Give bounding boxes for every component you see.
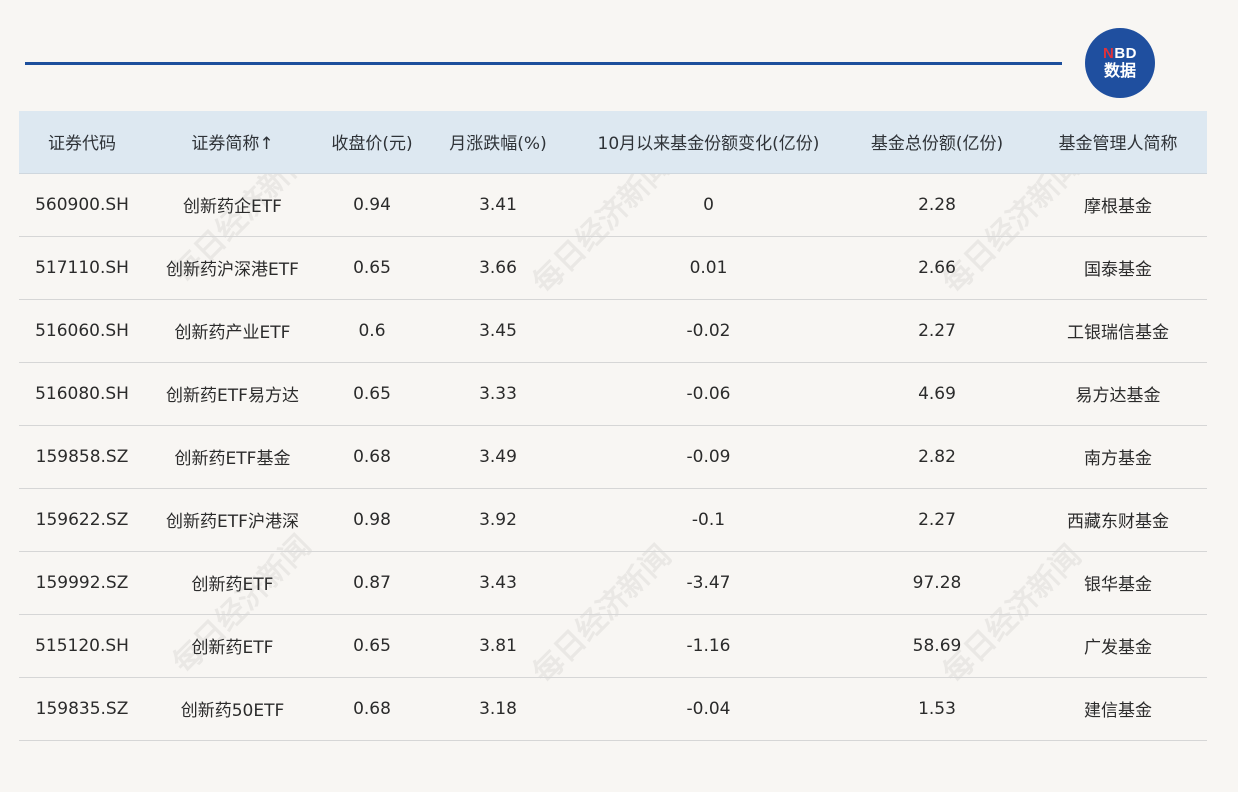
cell-security-name: 创新药企ETF (145, 173, 320, 237)
cell-security-name: 创新药ETF沪港深 (145, 488, 320, 552)
cell-close-price: 0.94 (320, 173, 424, 237)
cell-share-change: -0.02 (572, 299, 845, 363)
cell-monthly-change: 3.45 (424, 299, 572, 363)
cell-close-price: 0.65 (320, 362, 424, 426)
cell-security-name: 创新药ETF基金 (145, 425, 320, 489)
cell-security-name: 创新药ETF (145, 551, 320, 615)
cell-monthly-change: 3.92 (424, 488, 572, 552)
nbd-data-logo: NBD 数据 (1085, 28, 1155, 98)
cell-total-shares: 2.27 (845, 299, 1029, 363)
cell-fund-manager: 国泰基金 (1029, 236, 1207, 300)
logo-text-data: 数据 (1103, 63, 1136, 80)
cell-security-code: 560900.SH (19, 173, 145, 237)
cell-fund-manager: 摩根基金 (1029, 173, 1207, 237)
cell-total-shares: 1.53 (845, 677, 1029, 741)
cell-security-code: 159622.SZ (19, 488, 145, 552)
cell-close-price: 0.98 (320, 488, 424, 552)
cell-monthly-change: 3.66 (424, 236, 572, 300)
etf-table-container: 证券代码 证券简称↑ 收盘价(元) 月涨跌幅(%) 10月以来基金份额变化(亿份… (19, 111, 1207, 741)
cell-security-name: 创新药产业ETF (145, 299, 320, 363)
header-monthly-change[interactable]: 月涨跌幅(%) (424, 111, 572, 174)
cell-security-name: 创新药沪深港ETF (145, 236, 320, 300)
cell-monthly-change: 3.18 (424, 677, 572, 741)
cell-share-change: -0.09 (572, 425, 845, 489)
etf-fund-table: 证券代码 证券简称↑ 收盘价(元) 月涨跌幅(%) 10月以来基金份额变化(亿份… (19, 111, 1207, 741)
cell-total-shares: 2.82 (845, 425, 1029, 489)
cell-monthly-change: 3.81 (424, 614, 572, 678)
cell-security-name: 创新药50ETF (145, 677, 320, 741)
cell-total-shares: 97.28 (845, 551, 1029, 615)
cell-share-change: -3.47 (572, 551, 845, 615)
cell-total-shares: 2.27 (845, 488, 1029, 552)
cell-fund-manager: 易方达基金 (1029, 362, 1207, 426)
header-close-price[interactable]: 收盘价(元) (320, 111, 424, 174)
header-security-name[interactable]: 证券简称↑ (145, 111, 320, 174)
cell-close-price: 0.68 (320, 677, 424, 741)
cell-total-shares: 58.69 (845, 614, 1029, 678)
cell-security-name: 创新药ETF易方达 (145, 362, 320, 426)
cell-security-code: 159992.SZ (19, 551, 145, 615)
cell-close-price: 0.65 (320, 614, 424, 678)
cell-security-code: 517110.SH (19, 236, 145, 300)
header-security-code[interactable]: 证券代码 (19, 111, 145, 174)
table-row: 516060.SH 创新药产业ETF 0.6 3.45 -0.02 2.27 工… (19, 299, 1207, 363)
cell-security-code: 515120.SH (19, 614, 145, 678)
table-row: 159835.SZ 创新药50ETF 0.68 3.18 -0.04 1.53 … (19, 677, 1207, 741)
table-row: 560900.SH 创新药企ETF 0.94 3.41 0 2.28 摩根基金 (19, 173, 1207, 237)
header-fund-manager[interactable]: 基金管理人简称 (1029, 111, 1207, 174)
cell-share-change: -0.06 (572, 362, 845, 426)
cell-fund-manager: 广发基金 (1029, 614, 1207, 678)
table-row: 159622.SZ 创新药ETF沪港深 0.98 3.92 -0.1 2.27 … (19, 488, 1207, 552)
top-divider-line (25, 62, 1062, 65)
cell-total-shares: 2.66 (845, 236, 1029, 300)
cell-close-price: 0.65 (320, 236, 424, 300)
cell-monthly-change: 3.41 (424, 173, 572, 237)
table-row: 517110.SH 创新药沪深港ETF 0.65 3.66 0.01 2.66 … (19, 236, 1207, 300)
table-row: 159858.SZ 创新药ETF基金 0.68 3.49 -0.09 2.82 … (19, 425, 1207, 489)
logo-text-nbd: NBD (1102, 45, 1137, 62)
header-share-change[interactable]: 10月以来基金份额变化(亿份) (572, 111, 845, 174)
cell-share-change: 0.01 (572, 236, 845, 300)
cell-close-price: 0.87 (320, 551, 424, 615)
cell-fund-manager: 工银瑞信基金 (1029, 299, 1207, 363)
table-row: 515120.SH 创新药ETF 0.65 3.81 -1.16 58.69 广… (19, 614, 1207, 678)
cell-fund-manager: 建信基金 (1029, 677, 1207, 741)
table-row: 159992.SZ 创新药ETF 0.87 3.43 -3.47 97.28 银… (19, 551, 1207, 615)
cell-fund-manager: 西藏东财基金 (1029, 488, 1207, 552)
table-row: 516080.SH 创新药ETF易方达 0.65 3.33 -0.06 4.69… (19, 362, 1207, 426)
table-header-row: 证券代码 证券简称↑ 收盘价(元) 月涨跌幅(%) 10月以来基金份额变化(亿份… (19, 111, 1207, 174)
cell-monthly-change: 3.33 (424, 362, 572, 426)
cell-share-change: -0.04 (572, 677, 845, 741)
cell-security-code: 516080.SH (19, 362, 145, 426)
cell-total-shares: 2.28 (845, 173, 1029, 237)
cell-share-change: -0.1 (572, 488, 845, 552)
cell-share-change: -1.16 (572, 614, 845, 678)
cell-fund-manager: 银华基金 (1029, 551, 1207, 615)
cell-security-code: 159835.SZ (19, 677, 145, 741)
cell-security-name: 创新药ETF (145, 614, 320, 678)
cell-security-code: 159858.SZ (19, 425, 145, 489)
cell-monthly-change: 3.49 (424, 425, 572, 489)
cell-close-price: 0.6 (320, 299, 424, 363)
cell-monthly-change: 3.43 (424, 551, 572, 615)
cell-security-code: 516060.SH (19, 299, 145, 363)
cell-fund-manager: 南方基金 (1029, 425, 1207, 489)
cell-close-price: 0.68 (320, 425, 424, 489)
header-total-shares[interactable]: 基金总份额(亿份) (845, 111, 1029, 174)
cell-total-shares: 4.69 (845, 362, 1029, 426)
cell-share-change: 0 (572, 173, 845, 237)
